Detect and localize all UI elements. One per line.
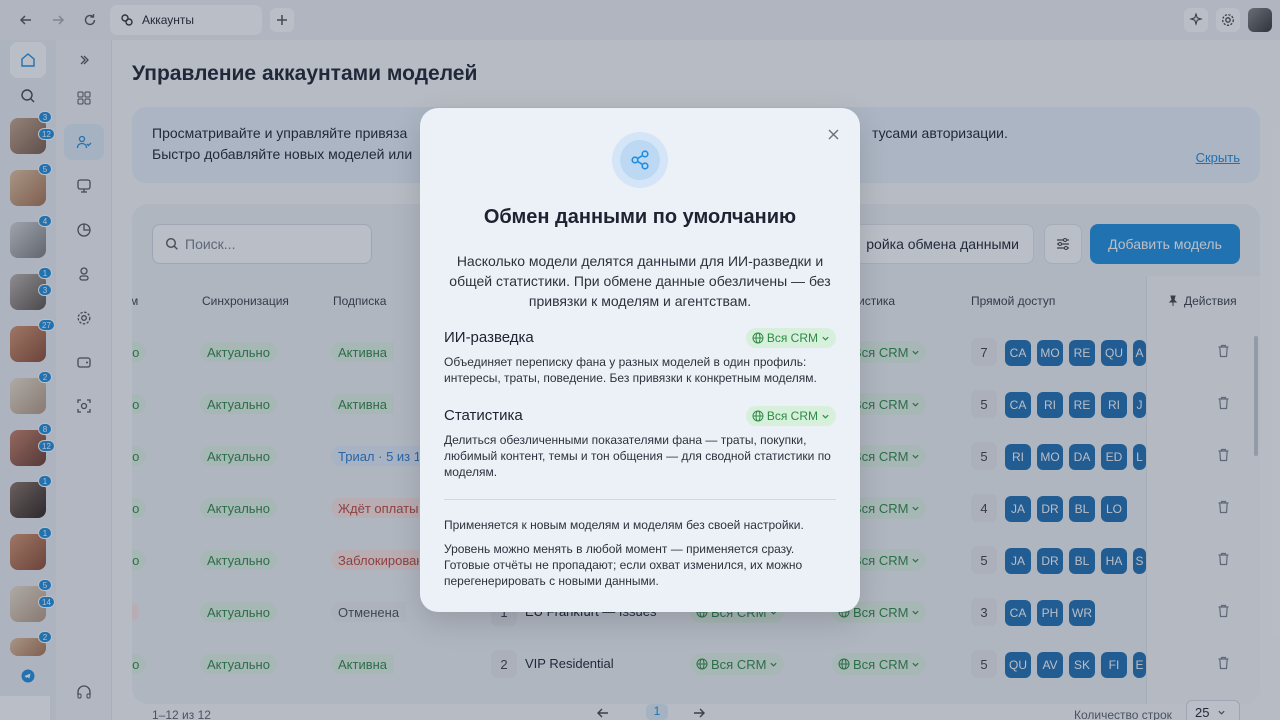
close-icon	[828, 129, 839, 140]
ai-intel-scope-select[interactable]: Вся CRM	[745, 328, 836, 348]
ai-intel-title: ИИ-разведка	[444, 329, 534, 346]
statistics-title: Статистика	[444, 407, 523, 424]
ai-intel-description: Объединяет переписку фана у разных модел…	[444, 355, 817, 385]
share-icon	[631, 150, 649, 170]
chevron-down-icon	[822, 414, 829, 419]
chevron-down-icon	[822, 336, 829, 341]
statistics-scope-select[interactable]: Вся CRM	[745, 406, 836, 426]
statistics-description: Делиться обезличенными показателями фана…	[444, 433, 831, 479]
apply-note: Применяется к новым моделям и моделям бе…	[444, 518, 804, 532]
change-note: Уровень можно менять в любой момент — пр…	[444, 542, 803, 588]
default-sharing-dialog: Обмен данными по умолчанию Насколько мод…	[420, 108, 860, 612]
close-dialog-button[interactable]	[827, 128, 840, 146]
globe-icon	[752, 332, 764, 344]
dialog-divider	[444, 499, 836, 500]
dialog-title: Обмен данными по умолчанию	[483, 206, 797, 228]
globe-icon	[752, 410, 764, 422]
dialog-description: Насколько модели делятся данными для ИИ-…	[449, 253, 831, 309]
share-icon-container	[612, 132, 668, 188]
